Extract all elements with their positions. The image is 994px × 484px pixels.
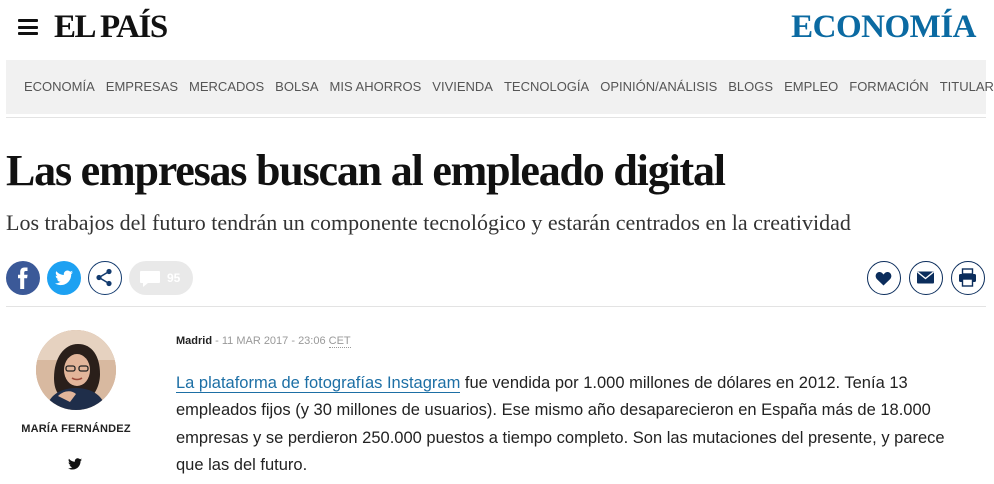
author-avatar[interactable] xyxy=(36,330,116,410)
share-button[interactable] xyxy=(88,261,122,295)
twitter-icon xyxy=(68,458,82,470)
mail-icon xyxy=(917,271,934,284)
author-twitter-link[interactable] xyxy=(68,457,82,475)
favorite-button[interactable] xyxy=(867,261,901,295)
twitter-icon xyxy=(55,270,73,286)
comment-icon xyxy=(140,271,160,287)
instagram-link[interactable]: La plataforma de fotografías Instagram xyxy=(176,374,461,393)
article-subtitle: Los trabajos del futuro tendrán un compo… xyxy=(6,210,851,235)
section-nav: ECONOMÍA EMPRESAS MERCADOS BOLSA MIS AHO… xyxy=(6,60,994,114)
nav-item-titulares[interactable]: TITULARES » xyxy=(940,79,994,95)
top-header: EL PAÍS ECONOMÍA xyxy=(0,0,994,56)
nav-item-opinion[interactable]: OPINIÓN/ANÁLISIS xyxy=(600,79,717,95)
facebook-share-button[interactable] xyxy=(6,261,40,295)
facebook-icon xyxy=(18,267,28,289)
share-icon xyxy=(96,268,112,287)
print-icon xyxy=(959,268,976,287)
nav-item-formacion[interactable]: FORMACIÓN xyxy=(849,79,928,95)
divider xyxy=(6,306,986,307)
nav-item-mercados[interactable]: MERCADOS xyxy=(189,79,264,95)
print-button[interactable] xyxy=(951,261,985,295)
nav-item-empresas[interactable]: EMPRESAS xyxy=(106,79,178,95)
author-photo xyxy=(36,330,116,410)
dateline-sep: - xyxy=(212,335,222,347)
site-logo[interactable]: EL PAÍS xyxy=(54,8,168,46)
divider xyxy=(6,117,986,118)
twitter-share-button[interactable] xyxy=(47,261,81,295)
nav-item-vivienda[interactable]: VIVIENDA xyxy=(432,79,493,95)
dateline-city: Madrid xyxy=(176,335,213,347)
comments-count: 95 xyxy=(167,271,181,285)
nav-item-economia[interactable]: ECONOMÍA xyxy=(24,79,95,95)
heart-icon xyxy=(875,272,892,286)
author-name[interactable]: MARÍA FERNÁNDEZ xyxy=(0,423,152,435)
nav-item-bolsa[interactable]: BOLSA xyxy=(275,79,318,95)
dateline-timezone: CET xyxy=(328,335,351,348)
nav-item-tecnologia[interactable]: TECNOLOGÍA xyxy=(504,79,589,95)
email-button[interactable] xyxy=(909,261,943,295)
article-body: La plataforma de fotografías Instagram f… xyxy=(176,370,966,479)
hamburger-icon[interactable] xyxy=(18,19,38,35)
dateline: Madrid - 11 MAR 2017 - 23:06 CET xyxy=(176,335,351,348)
article-headline: Las empresas buscan al empleado digital xyxy=(6,146,726,195)
section-title[interactable]: ECONOMÍA xyxy=(791,8,976,46)
nav-item-mis-ahorros[interactable]: MIS AHORROS xyxy=(330,79,422,95)
nav-item-blogs[interactable]: BLOGS xyxy=(728,79,773,95)
nav-item-empleo[interactable]: EMPLEO xyxy=(784,79,838,95)
dateline-date: 11 MAR 2017 - 23:06 xyxy=(221,335,329,347)
comments-button[interactable]: 95 xyxy=(129,261,193,295)
